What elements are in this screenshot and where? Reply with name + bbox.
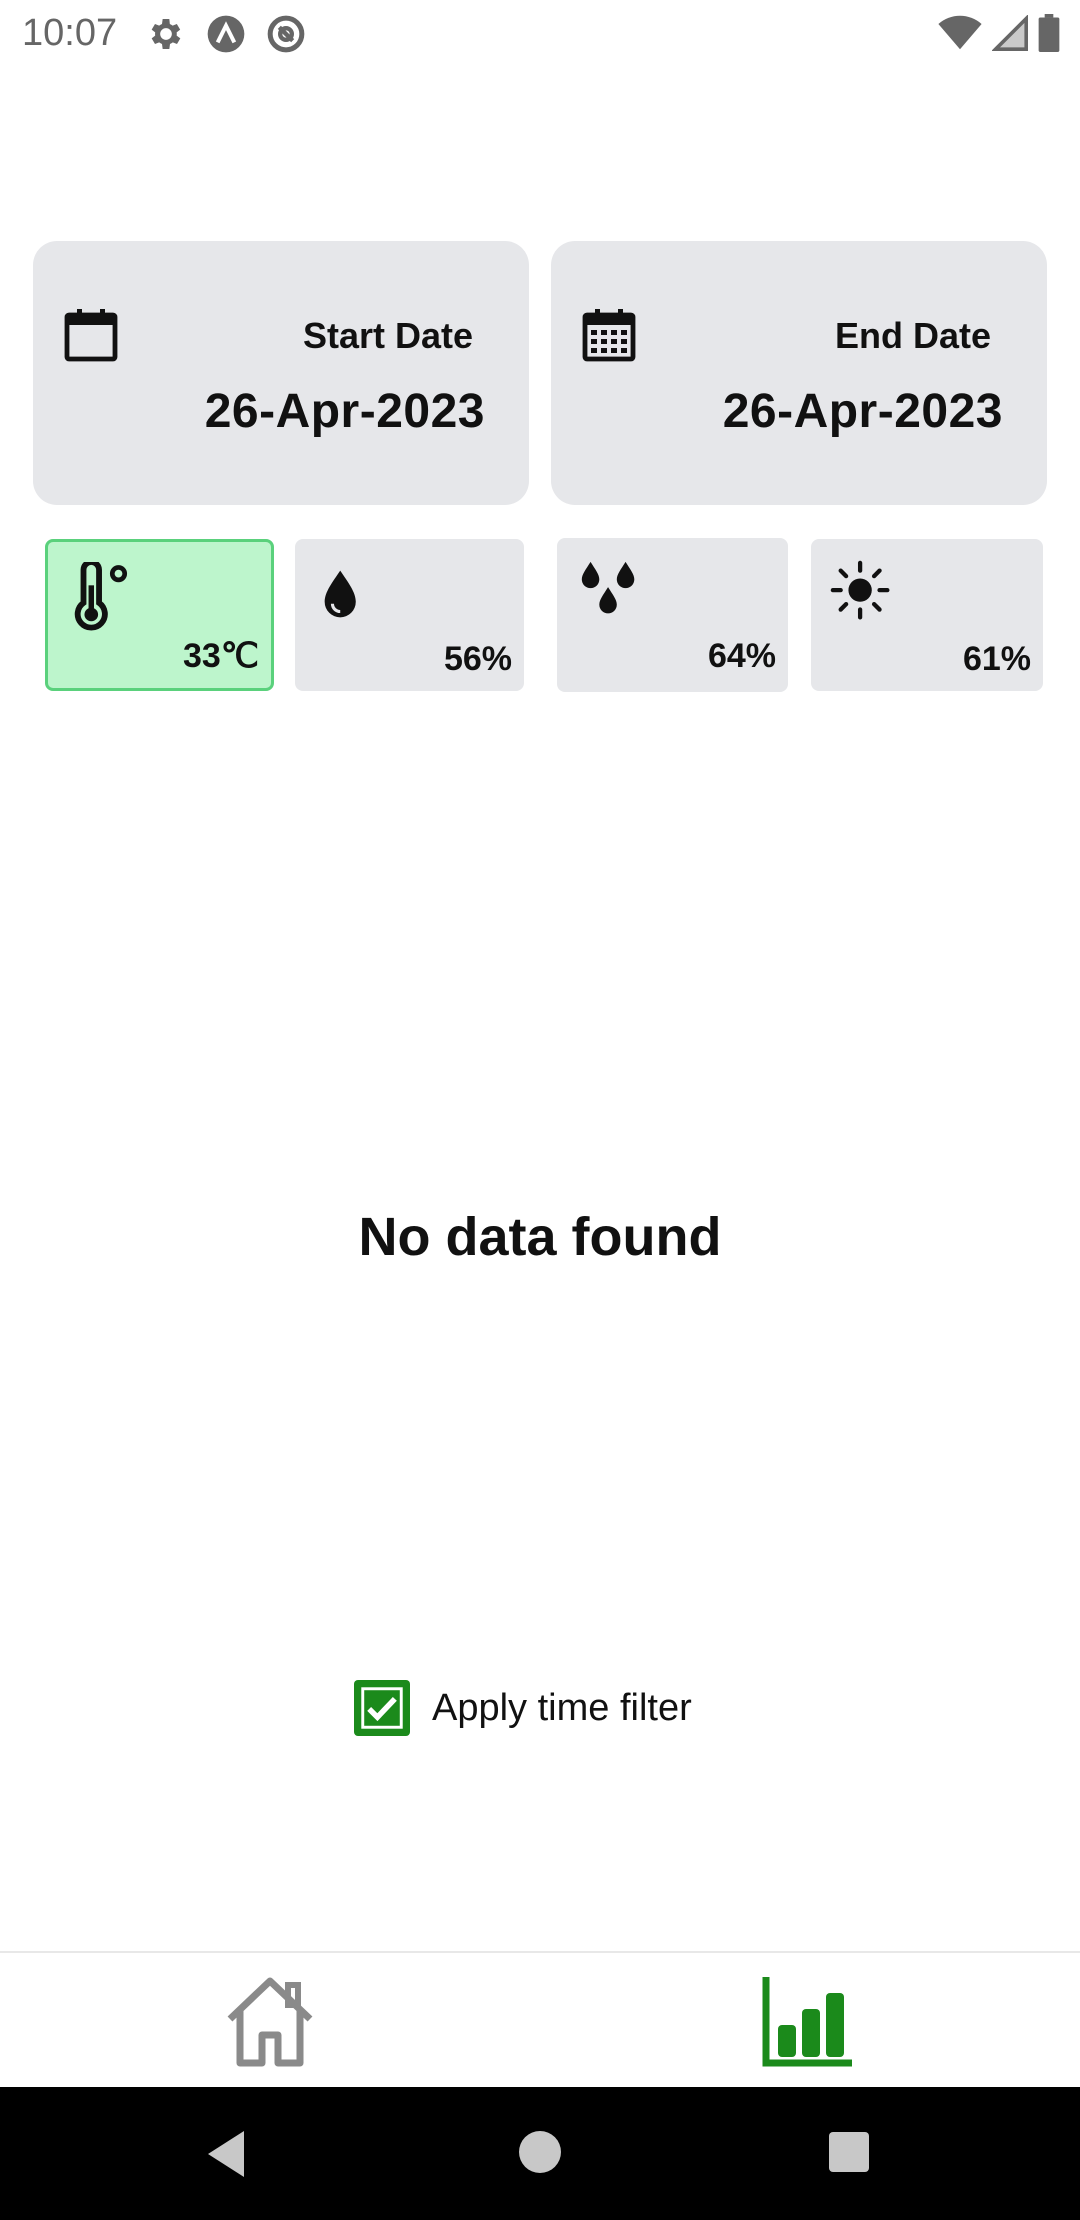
calendar-grid-icon xyxy=(582,309,636,362)
temperature-value: 33℃ xyxy=(182,637,259,675)
light-tile[interactable]: 61% xyxy=(811,539,1043,691)
end-date-value: 26-Apr-2023 xyxy=(722,385,1003,438)
water-drop-icon xyxy=(324,570,356,618)
time-filter-checkbox[interactable] xyxy=(354,1680,410,1736)
end-date-label: End Date xyxy=(834,315,991,356)
home-icon[interactable] xyxy=(222,1975,318,2067)
status-time: 10:07 xyxy=(22,12,118,54)
signal-icon xyxy=(992,15,1028,51)
status-bar: 10:07 xyxy=(0,0,1080,66)
thermometer-icon xyxy=(74,562,128,631)
at-circle-icon xyxy=(267,15,305,53)
calendar-icon xyxy=(64,309,118,362)
home-circle-icon[interactable] xyxy=(519,2131,561,2173)
end-date-card[interactable]: End Date 26-Apr-2023 xyxy=(551,241,1047,505)
time-filter-row[interactable]: Apply time filter xyxy=(354,1680,692,1736)
status-icons-left xyxy=(146,14,306,54)
humidity-tile[interactable]: 56% xyxy=(295,539,524,691)
a-circle-icon xyxy=(207,15,245,53)
empty-state-message: No data found xyxy=(358,1207,722,1267)
start-date-card[interactable]: Start Date 26-Apr-2023 xyxy=(33,241,529,505)
start-date-value: 26-Apr-2023 xyxy=(204,385,485,438)
checkmark-icon xyxy=(361,1687,403,1729)
temperature-tile[interactable]: 33℃ xyxy=(45,539,274,691)
bottom-navigation xyxy=(0,1951,1080,2087)
system-navigation-bar xyxy=(0,2087,1080,2220)
sun-icon xyxy=(830,560,890,620)
gear-icon xyxy=(151,19,181,49)
light-value: 61% xyxy=(962,640,1031,678)
recents-icon[interactable] xyxy=(829,2132,869,2172)
status-icons-right xyxy=(938,14,1060,52)
battery-icon xyxy=(1038,14,1060,52)
back-icon[interactable] xyxy=(204,2129,248,2179)
humidity-value: 56% xyxy=(443,640,512,678)
bar-chart-icon[interactable] xyxy=(760,1973,856,2069)
time-filter-label: Apply time filter xyxy=(432,1686,692,1729)
moisture-tile[interactable]: 64% xyxy=(557,538,788,692)
start-date-label: Start Date xyxy=(302,315,473,356)
rain-drops-icon xyxy=(581,561,635,614)
wifi-icon xyxy=(938,15,982,50)
moisture-value: 64% xyxy=(707,637,776,675)
